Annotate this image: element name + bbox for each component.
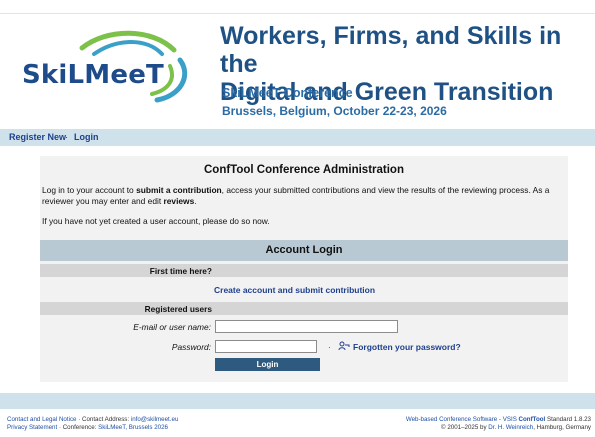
intro-create-account-note: If you have not yet created a user accou…: [42, 216, 270, 226]
footer-line-2: Privacy Statement · Conference: SkiLMeeT…: [7, 424, 178, 432]
top-divider: [0, 13, 595, 14]
register-new-link[interactable]: Register New: [9, 132, 66, 142]
intro-text: Log in to your account to submit a contr…: [42, 185, 572, 206]
conference-name: SkiLMeeT Conference: [222, 86, 353, 100]
account-login-title: Account Login: [265, 244, 343, 256]
panel-title: ConfTool Conference Administration: [204, 164, 404, 176]
footer-left: Contact and Legal Notice · Contact Addre…: [7, 416, 178, 432]
author-link[interactable]: Dr. H. Weinreich: [488, 424, 533, 431]
conference-link[interactable]: SkiLMeeT, Brussels 2026: [98, 424, 168, 431]
footer-line-1: Contact and Legal Notice · Contact Addre…: [7, 416, 178, 424]
software-link[interactable]: Web-based Conference Software - VSIS Con…: [406, 416, 545, 423]
intro-bold-reviews: reviews: [163, 195, 195, 206]
first-time-label: First time here?: [149, 266, 212, 276]
intro-bold-submit: submit a contribution: [136, 185, 222, 195]
logo-text: SkiLMeeT: [22, 60, 164, 90]
privacy-statement-link[interactable]: Privacy Statement: [7, 424, 57, 431]
forgot-password-link[interactable]: Forgotten your password?: [353, 342, 461, 352]
footer-bar: [0, 393, 595, 409]
contact-address-label: Contact Address:: [81, 416, 131, 423]
nav-separator: ·: [65, 132, 68, 142]
title-line-1: Workers, Firms, and Skills in the: [220, 22, 562, 78]
first-time-row: First time here?: [40, 264, 568, 277]
email-label: E-mail or user name:: [133, 322, 211, 332]
nav-bar: Register New · Login: [0, 129, 595, 146]
conference-label: Conference:: [62, 424, 99, 431]
account-login-header: Account Login: [40, 240, 568, 261]
conference-place-date: Brussels, Belgium, October 22-23, 2026: [222, 104, 447, 118]
footer-copyright-line: © 2001–2025 by Dr. H. Weinreich, Hamburg…: [406, 424, 591, 432]
version-text: Standard 1.8.23: [545, 416, 591, 423]
footer-right: Web-based Conference Software - VSIS Con…: [406, 416, 591, 432]
contact-email-link[interactable]: info@skilmeet.eu: [131, 416, 179, 423]
email-field[interactable]: [215, 320, 398, 333]
intro-text-part: .: [194, 195, 197, 206]
contact-legal-link[interactable]: Contact and Legal Notice: [7, 416, 76, 423]
registered-users-label: Registered users: [144, 304, 212, 314]
intro-text-part: Log in to your account to: [42, 185, 137, 195]
software-text: Web-based Conference Software - VSIS: [405, 416, 519, 423]
password-label: Password:: [171, 342, 211, 352]
footer-software-line: Web-based Conference Software - VSIS Con…: [406, 416, 591, 424]
password-field[interactable]: [215, 340, 317, 353]
login-button[interactable]: Login: [215, 358, 320, 371]
key-person-icon[interactable]: [338, 341, 350, 351]
author-place: , Hamburg, Germany: [533, 424, 591, 431]
forgot-separator: ·: [328, 342, 331, 352]
copyright-text: © 2001–2025 by: [441, 424, 489, 431]
registered-users-row: Registered users: [40, 302, 568, 315]
create-account-link[interactable]: Create account and submit contribution: [214, 285, 375, 295]
login-nav-link[interactable]: Login: [74, 132, 99, 142]
conftool-name: ConfTool: [518, 416, 546, 423]
